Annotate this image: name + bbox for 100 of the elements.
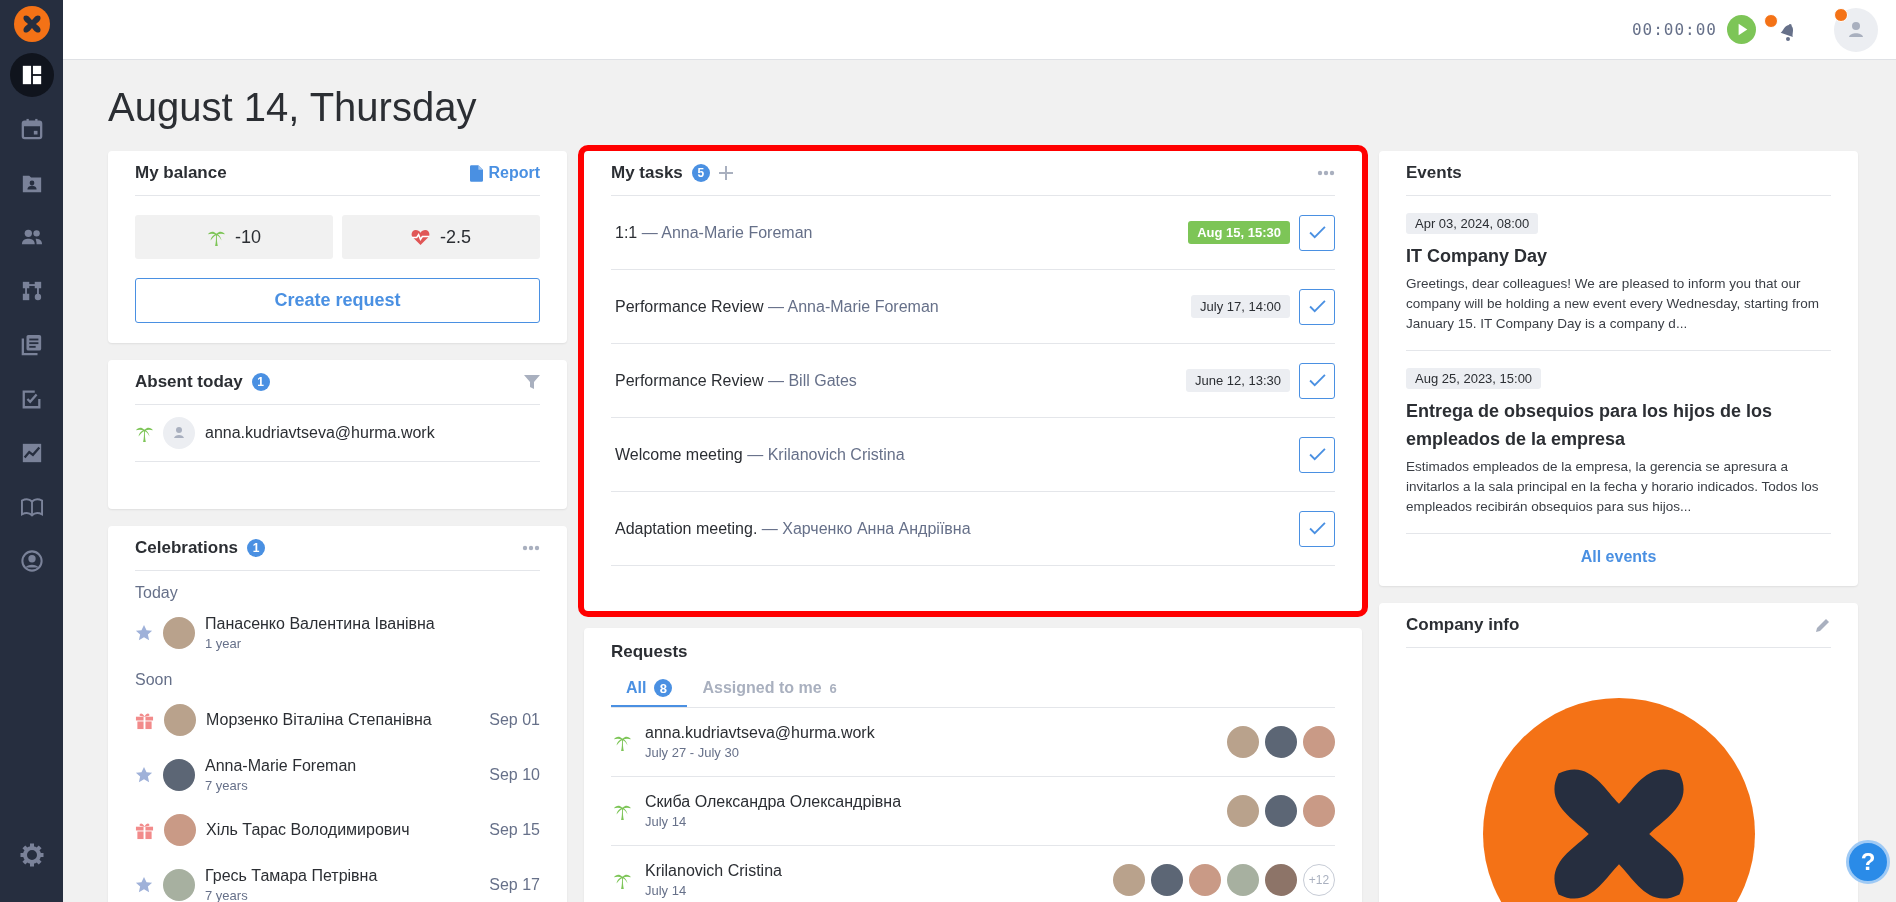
heart-pulse-icon <box>411 228 430 246</box>
checkmark-icon <box>1308 522 1326 535</box>
avatar-placeholder-icon <box>163 417 195 449</box>
photo-placeholder <box>1227 726 1259 758</box>
logo-icon[interactable] <box>13 6 50 42</box>
photo-placeholder <box>1303 726 1335 758</box>
person-name[interactable]: anna.kudriavtseva@hurma.work <box>205 424 435 442</box>
complete-task-button[interactable] <box>1299 288 1335 325</box>
event-title[interactable]: Entrega de obsequios para los hijos de los empleados de la empresa <box>1406 397 1831 453</box>
due-date-badge: Aug 15, 15:30 <box>1188 221 1290 244</box>
star-icon <box>135 876 153 894</box>
person-name[interactable]: Гресь Тамара Петрівна <box>205 867 480 885</box>
task-title[interactable]: Performance Review — Bill Gates <box>615 371 1177 390</box>
star-icon <box>135 624 153 642</box>
card-title: Company info <box>1406 615 1520 635</box>
vacation-balance: -10 <box>135 215 333 259</box>
add-icon[interactable] <box>718 166 733 180</box>
event-title[interactable]: IT Company Day <box>1406 242 1548 270</box>
settings-icon[interactable] <box>19 843 44 867</box>
card-title: Absent today <box>135 372 243 392</box>
event-date-badge: Apr 03, 2024, 08:00 <box>1406 213 1539 234</box>
person-name[interactable]: Krilanovich Cristina <box>645 862 1099 880</box>
photo-placeholder <box>1265 726 1297 758</box>
card-title: Celebrations <box>135 538 238 558</box>
play-icon[interactable] <box>1727 15 1756 44</box>
checkmark-icon <box>1308 226 1326 239</box>
celebration-date: Sep 17 <box>489 876 540 894</box>
request-dates: July 14 <box>645 814 688 829</box>
count-badge: 5 <box>691 164 710 182</box>
photo-placeholder <box>1113 864 1145 896</box>
dashboard-icon <box>20 64 43 86</box>
more-options-icon[interactable] <box>1317 170 1335 176</box>
page-title: August 14, Thursday <box>108 87 478 127</box>
tab-count: 6 <box>829 680 837 696</box>
anniversary-years: 1 year <box>205 636 243 651</box>
complete-task-button[interactable] <box>1299 436 1335 473</box>
task-title[interactable]: 1:1 — Anna-Marie Foreman <box>615 223 1180 242</box>
checkmark-icon <box>1308 300 1326 313</box>
card-title: My tasks <box>611 163 683 183</box>
tab-count: 8 <box>654 679 673 697</box>
event-date-badge: Aug 25, 2023, 15:00 <box>1406 368 1542 389</box>
timer: 00:00:00 <box>1631 20 1717 39</box>
edit-pencil-icon[interactable] <box>1815 617 1831 633</box>
person-name[interactable]: Anna-Marie Foreman <box>205 757 480 775</box>
sick-leave-balance: -2.5 <box>342 215 540 259</box>
count-badge: 1 <box>247 539 265 557</box>
photo-placeholder <box>1151 864 1183 896</box>
photo-placeholder <box>1265 864 1297 896</box>
help-button[interactable]: ? <box>1846 840 1890 884</box>
event-summary: Greetings, dear colleagues! We are pleased to inform you that our company will be holding a new event every Wednesday, starting from January 15. IT Company Day is a company d... <box>1406 275 1820 333</box>
checklist-icon <box>20 388 43 410</box>
calendar-icon <box>20 118 43 140</box>
photo-placeholder <box>163 869 195 901</box>
chart-icon <box>20 442 43 464</box>
celebration-date: Sep 10 <box>489 766 540 784</box>
due-date-badge: June 12, 13:30 <box>1185 369 1290 392</box>
org-chart-icon <box>20 280 43 302</box>
photo-placeholder <box>1227 795 1259 827</box>
profile-avatar-icon[interactable] <box>1834 7 1878 52</box>
person-name[interactable]: Панасенко Валентина Іванівна <box>205 615 540 633</box>
checkmark-icon <box>1308 374 1326 387</box>
sidebar-item[interactable] <box>9 53 54 97</box>
card-title: My balance <box>135 163 227 183</box>
task-title[interactable]: Performance Review — Anna-Marie Foreman <box>615 297 1183 316</box>
complete-task-button[interactable] <box>1299 214 1335 251</box>
documents-icon <box>20 334 43 356</box>
task-title[interactable]: Adaptation meeting. — Харченко Анна Андріївна <box>615 519 1290 538</box>
person-name[interactable]: Хіль Тарас Володимирович <box>206 821 480 839</box>
due-date-badge: July 17, 14:00 <box>1191 295 1290 318</box>
request-dates: July 27 - July 30 <box>645 745 740 760</box>
count-badge: 1 <box>251 373 270 391</box>
card-title: Requests <box>611 641 689 663</box>
checkmark-icon <box>1308 448 1326 461</box>
person-name[interactable]: Скиба Олександра Олександрівна <box>645 793 1213 811</box>
photo-placeholder <box>1189 864 1221 896</box>
photo-placeholder <box>1265 795 1297 827</box>
group-label: Today <box>135 584 179 602</box>
photo-placeholder <box>163 759 195 791</box>
photo-placeholder <box>164 814 196 846</box>
person-name[interactable]: anna.kudriavtseva@hurma.work <box>645 724 1213 742</box>
group-label: Soon <box>135 671 174 689</box>
photo-placeholder <box>164 704 196 736</box>
user-circle-icon <box>20 550 43 572</box>
person-name[interactable]: Морзенко Віталіна Степанівна <box>206 711 480 729</box>
photo-placeholder <box>1303 795 1335 827</box>
complete-task-button[interactable] <box>1299 510 1335 547</box>
event-summary: Estimados empleados de la empresa, la gerencia se apresura a invitarlos a la sala principal en la fecha y horario indicados. Todos los empleados recibirán obsequios para sus hijos... <box>1406 458 1820 516</box>
star-icon <box>135 766 153 784</box>
anniversary-years: 7 years <box>205 778 249 793</box>
request-dates: July 14 <box>645 883 688 898</box>
photo-placeholder <box>163 617 195 649</box>
task-title[interactable]: Welcome meeting — Krilanovich Cristina <box>615 445 1290 464</box>
photo-placeholder <box>1227 864 1259 896</box>
filter-icon[interactable] <box>524 374 540 390</box>
card-title: Events <box>1406 163 1462 183</box>
celebration-date: Sep 01 <box>489 711 540 729</box>
document-icon <box>470 164 484 182</box>
company-logo-icon <box>1482 698 1755 902</box>
complete-task-button[interactable] <box>1299 362 1335 399</box>
more-options-icon[interactable] <box>522 545 540 551</box>
